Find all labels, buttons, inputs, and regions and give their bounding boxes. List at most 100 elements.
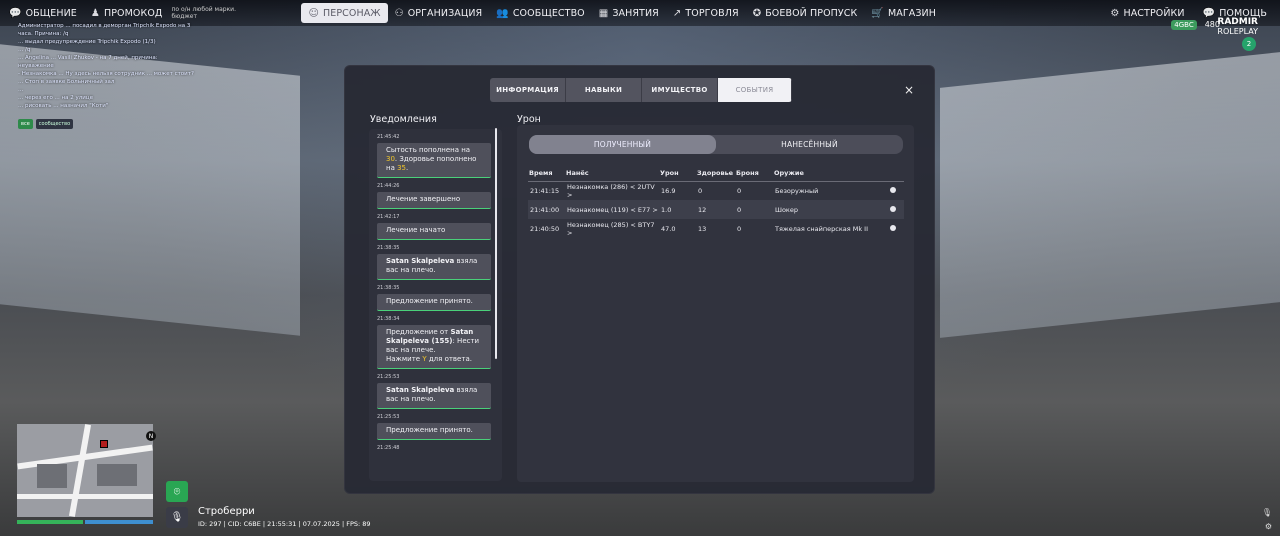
- gps-button[interactable]: ⌾: [166, 481, 188, 502]
- nav-character-label: ПЕРСОНАЖ: [322, 7, 381, 19]
- user-icon: ♟: [90, 7, 100, 19]
- row-armor: 0: [737, 224, 742, 233]
- nav-battlepass-button[interactable]: ✪ БОЕВОЙ ПРОПУСК: [746, 3, 865, 23]
- notification-card: Сытость пополнена на 30. Здоровье пополн…: [377, 143, 491, 178]
- col-time: Время: [528, 165, 565, 182]
- toggle-received-button[interactable]: ПОЛУЧЕННЫЙ: [529, 135, 716, 154]
- row-weapon: Тяжелая снайперская Mk II: [775, 224, 868, 233]
- nav-battlepass-label: БОЕВОЙ ПРОПУСК: [765, 7, 858, 19]
- damage-title: Урон: [517, 114, 541, 125]
- nav-settings-label: НАСТРОЙКИ: [1123, 7, 1185, 19]
- nav-chat-button[interactable]: 💬 ОБЩЕНИЕ: [2, 3, 84, 23]
- damage-table: Время Нанёс Урон Здоровье Броня Оружие 2…: [528, 165, 904, 238]
- row-damage: 16.9: [661, 186, 676, 195]
- notification-text: Лечение завершено: [386, 195, 461, 203]
- row-damage: 47.0: [661, 224, 676, 233]
- row-time: 21:40:50: [530, 224, 560, 233]
- notification-card: Предложение принято.: [377, 294, 491, 311]
- game-logo: RADMIR ROLEPLAY: [1217, 17, 1258, 37]
- person-icon: ☺: [308, 7, 319, 19]
- notification-text: Предложение принято.: [386, 426, 473, 434]
- notification-time: 21:44:26: [377, 183, 400, 189]
- microphone-icon: 🎙: [170, 512, 184, 523]
- chat-tabs: все сообщество: [18, 119, 74, 129]
- cart-icon: 🛒: [871, 7, 884, 19]
- row-info-cell: [888, 219, 904, 238]
- close-icon[interactable]: ×: [904, 83, 914, 97]
- notification-text: Лечение начато: [386, 226, 446, 234]
- notifications-panel: 21:45:42 Сытость пополнена на 30. Здоровь…: [369, 129, 502, 481]
- nav-organization-button[interactable]: ⚇ ОРГАНИЗАЦИЯ: [388, 3, 490, 23]
- notifications-scrollbar[interactable]: [495, 128, 497, 359]
- row-health: 12: [696, 200, 735, 219]
- row-info-cell: [888, 200, 904, 219]
- notification-time: 21:38:35: [377, 245, 400, 251]
- microphone-button[interactable]: 🎙: [166, 507, 188, 528]
- logo-top: RADMIR: [1217, 17, 1258, 27]
- community-icon: 👥: [496, 7, 509, 19]
- gear-icon: ⚙: [1110, 7, 1120, 19]
- notification-text: Нажмите: [386, 355, 423, 363]
- row-armor: 0: [735, 200, 773, 219]
- col-health: Здоровье: [696, 165, 735, 182]
- chat-log: Администратор ... посадил в деморган Tri…: [18, 22, 228, 110]
- info-icon[interactable]: [890, 186, 896, 193]
- jobs-icon: ▦: [598, 7, 609, 19]
- notification-text: 30: [386, 155, 395, 163]
- col-damage: Урон: [659, 165, 696, 182]
- row-info-cell: [888, 181, 904, 200]
- nav-jobs-button[interactable]: ▦ ЗАНЯТИЯ: [592, 3, 666, 23]
- trade-icon: ↗: [672, 7, 682, 19]
- chat-line: - Незнакомка ... Ну здесь нельзя сотрудн…: [18, 71, 194, 77]
- col-attacker: Нанёс: [565, 165, 659, 182]
- minimap: [17, 424, 153, 517]
- table-row[interactable]: 21:41:15 Незнакомка (286) < 2UTV > 16.9 0 0 Б…: [528, 181, 904, 200]
- level-badge: 2: [1242, 37, 1256, 51]
- chat-line: часа. Причина: /q: [18, 31, 69, 37]
- notification-time: 21:25:53: [377, 414, 400, 420]
- chat-tab-community[interactable]: сообщество: [35, 119, 74, 129]
- info-icon[interactable]: [890, 205, 896, 212]
- table-row[interactable]: 21:41:00 Незнакомец (119) < E77 >1.0 12 0 Шо…: [528, 200, 904, 219]
- info-icon[interactable]: [890, 224, 896, 231]
- help-icon: 💬: [1202, 7, 1216, 19]
- nav-character-button[interactable]: ☺ ПЕРСОНАЖ: [301, 3, 388, 23]
- row-weapon: Шокер: [773, 200, 888, 219]
- row-damage: 1.0: [659, 200, 696, 219]
- notification-text: Предложение от: [386, 328, 451, 336]
- toggle-dealt-button[interactable]: НАНЕСЁННЫЙ: [716, 135, 903, 154]
- notification-text: Сытость пополнена на: [386, 146, 471, 154]
- nav-trade-button[interactable]: ↗ ТОРГОВЛЯ: [666, 3, 746, 23]
- row-attacker: Незнакомец (285) < BTY7 >: [567, 220, 655, 237]
- tab-events[interactable]: СОБЫТИЯ: [718, 78, 792, 102]
- notification-card: Лечение завершено: [377, 192, 491, 209]
- row-armor: 0: [737, 186, 742, 195]
- chat-line: ... Angelina ... Vasili Zhukov - на 7 дн…: [18, 55, 158, 61]
- col-info: [888, 165, 904, 182]
- notification-text: .: [406, 164, 409, 172]
- gear-small-icon: ⚙: [1264, 522, 1272, 531]
- notification-player: Satan Skalpeleva: [386, 386, 455, 394]
- promo-note: по о/н любой марки. бюджет: [171, 6, 236, 20]
- notification-text: для ответа.: [426, 355, 472, 363]
- nav-shop-button[interactable]: 🛒 МАГАЗИН: [864, 3, 943, 23]
- tab-information[interactable]: ИНФОРМАЦИЯ: [490, 78, 566, 102]
- nav-community-button[interactable]: 👥 СООБЩЕСТВО: [489, 3, 592, 23]
- character-modal: ИНФОРМАЦИЯ НАВЫКИ ИМУЩЕСТВО СОБЫТИЯ × Ув…: [344, 65, 935, 494]
- nav-chat-label: ОБЩЕНИЕ: [25, 7, 77, 19]
- notification-time: 21:45:42: [377, 134, 400, 140]
- chat-line: Администратор ... посадил в деморган Tri…: [18, 23, 191, 29]
- chat-tab-all[interactable]: все: [18, 119, 33, 129]
- tab-property[interactable]: ИМУЩЕСТВО: [642, 78, 718, 102]
- chat-line: ... рисовать ... назначил "Коти": [18, 103, 109, 109]
- damage-toggle: ПОЛУЧЕННЫЙ НАНЕСЁННЫЙ: [529, 135, 903, 154]
- mic-small-icon: 🎙: [1261, 508, 1272, 517]
- nav-promo-button[interactable]: ♟ ПРОМОКОД: [84, 3, 170, 23]
- notification-card: Предложение принято.: [377, 423, 491, 440]
- notification-card: Satan Skalpeleva взяла вас на плечо.: [377, 254, 491, 280]
- table-row[interactable]: 21:40:50 Незнакомец (285) < BTY7 > 47.0 13 0…: [528, 219, 904, 238]
- tab-skills[interactable]: НАВЫКИ: [566, 78, 642, 102]
- table-header-row: Время Нанёс Урон Здоровье Броня Оружие: [528, 165, 904, 182]
- chat-line: ... /q: [18, 47, 31, 53]
- center-nav: ☺ ПЕРСОНАЖ ⚇ ОРГАНИЗАЦИЯ 👥 СООБЩЕСТВО ▦ ЗАНЯ…: [301, 0, 943, 26]
